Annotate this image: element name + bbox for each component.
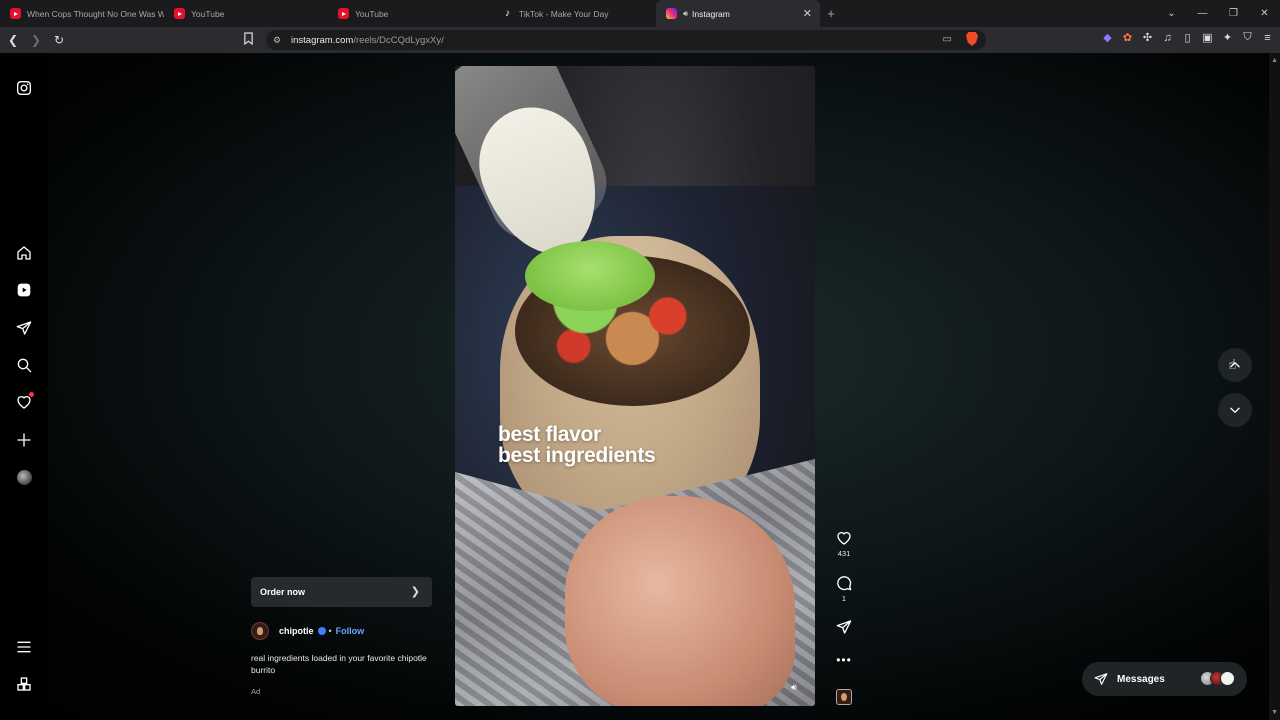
video-caption-line: best ingredients bbox=[498, 444, 656, 467]
site-info-icon[interactable]: ⚙︎ bbox=[273, 35, 285, 46]
sidebar-toggle-icon[interactable]: ▯ bbox=[1181, 31, 1194, 44]
home-icon[interactable] bbox=[14, 243, 34, 263]
address-bar[interactable]: ⚙︎ instagram.com/reels/DcCQdLygxXy/ ▭ bbox=[266, 30, 986, 50]
order-now-label: Order now bbox=[260, 587, 306, 597]
menu-icon[interactable] bbox=[14, 637, 34, 657]
extensions-row: ◆ ✿ ✣ ♫ ▯ ▣ ✦ ⛉ ≡ bbox=[1101, 31, 1274, 44]
share-icon bbox=[836, 620, 852, 634]
video-hand bbox=[565, 496, 795, 706]
tab-title: TikTok - Make Your Day bbox=[519, 8, 609, 19]
brave-shields-icon[interactable] bbox=[966, 32, 978, 46]
like-count: 431 bbox=[837, 549, 851, 558]
media-icon[interactable]: ♫ bbox=[1161, 31, 1174, 44]
chevron-right-icon: ❯ bbox=[410, 586, 420, 598]
scroll-up-icon[interactable]: ▲ bbox=[1271, 57, 1278, 64]
profile-icon[interactable] bbox=[14, 467, 34, 487]
more-options-icon: ••• bbox=[836, 653, 852, 667]
search-icon[interactable] bbox=[14, 355, 34, 375]
extension-icon[interactable]: ◆ bbox=[1101, 31, 1114, 44]
youtube-icon bbox=[338, 8, 349, 19]
youtube-icon bbox=[10, 8, 21, 19]
chevron-down-icon bbox=[1230, 407, 1240, 413]
instagram-logo-icon[interactable] bbox=[14, 78, 34, 98]
leo-ai-icon[interactable]: ✦ bbox=[1221, 31, 1234, 44]
browser-menu-icon[interactable]: ≡ bbox=[1261, 31, 1274, 44]
browser-toolbar: ❮ ❯ ↻ ⚙︎ instagram.com/reels/DcCQdLygxXy… bbox=[0, 27, 1280, 53]
tab-youtube-2[interactable]: YouTube bbox=[328, 0, 492, 27]
author-row: chipotle • Follow bbox=[251, 622, 364, 640]
instagram-page: best flavor best ingredients 🔊︎ Order no… bbox=[0, 53, 1280, 720]
more-icon[interactable] bbox=[14, 674, 34, 694]
tab-youtube-cops[interactable]: When Cops Thought No One Was W bbox=[0, 0, 164, 27]
minimize-icon[interactable]: — bbox=[1187, 8, 1218, 19]
next-reel-button[interactable] bbox=[1218, 393, 1252, 427]
notification-dot bbox=[29, 392, 34, 397]
instagram-icon bbox=[666, 8, 677, 19]
extension-icon[interactable]: ✿ bbox=[1121, 31, 1134, 44]
vpn-icon[interactable]: ⛉ bbox=[1241, 31, 1254, 44]
more-options-button[interactable]: ••• bbox=[834, 653, 854, 667]
messages-button[interactable]: Messages bbox=[1082, 662, 1247, 696]
extensions-puzzle-icon[interactable]: ✣ bbox=[1141, 31, 1154, 44]
tab-instagram[interactable]: 🔊︎ Instagram ✕ bbox=[656, 0, 820, 27]
restore-icon[interactable]: ❐ bbox=[1218, 8, 1249, 19]
comment-icon bbox=[837, 576, 852, 591]
tab-title: Instagram bbox=[692, 8, 730, 19]
ad-label: Ad bbox=[251, 687, 261, 696]
messages-label: Messages bbox=[1117, 673, 1165, 685]
heart-icon bbox=[837, 532, 851, 545]
new-tab-button[interactable]: + bbox=[820, 0, 842, 27]
messages-avatars bbox=[1200, 671, 1235, 686]
forward-icon[interactable]: ❯ bbox=[26, 30, 46, 50]
cast-icon[interactable]: ▭ bbox=[943, 34, 952, 45]
avatar bbox=[16, 469, 32, 485]
follow-button[interactable]: Follow bbox=[336, 626, 365, 636]
tab-bar: When Cops Thought No One Was W YouTube Y… bbox=[0, 0, 1280, 27]
like-button[interactable]: 431 bbox=[834, 530, 854, 558]
separator-dot: • bbox=[328, 626, 332, 636]
url-path: /reels/DcCQdLygxXy/ bbox=[353, 34, 444, 46]
reload-icon[interactable]: ↻ bbox=[49, 30, 69, 50]
messages-icon[interactable] bbox=[14, 318, 34, 338]
tab-tiktok[interactable]: ♪ TikTok - Make Your Day bbox=[492, 0, 656, 27]
reels-icon[interactable] bbox=[14, 280, 34, 300]
avatar bbox=[1220, 671, 1235, 686]
order-now-button[interactable]: Order now ❯ bbox=[251, 577, 432, 607]
messages-send-icon bbox=[1094, 673, 1108, 685]
window-controls: ⌄ — ❐ ✕ bbox=[1156, 0, 1280, 27]
comment-count: 1 bbox=[841, 594, 847, 603]
video-guacamole bbox=[525, 241, 655, 311]
tab-youtube-1[interactable]: YouTube bbox=[164, 0, 328, 27]
notifications-icon[interactable] bbox=[14, 392, 34, 412]
wallet-icon[interactable]: ▣ bbox=[1201, 31, 1214, 44]
tiktok-icon: ♪ bbox=[505, 8, 510, 19]
close-tab-icon[interactable]: ✕ bbox=[803, 7, 812, 20]
close-window-icon[interactable]: ✕ bbox=[1249, 8, 1280, 19]
author-name[interactable]: chipotle bbox=[279, 626, 314, 636]
video-caption-line: best flavor bbox=[498, 423, 601, 446]
comment-button[interactable]: 1 bbox=[834, 575, 854, 603]
youtube-icon bbox=[174, 8, 185, 19]
volume-icon[interactable]: 🔊︎ bbox=[787, 680, 801, 694]
sidebar bbox=[0, 53, 48, 720]
speaker-icon: 🔊︎ bbox=[683, 8, 689, 18]
back-icon[interactable]: ❮ bbox=[3, 30, 23, 50]
create-icon[interactable] bbox=[14, 430, 34, 450]
reel-video[interactable]: best flavor best ingredients 🔊︎ bbox=[455, 66, 815, 706]
share-button[interactable] bbox=[834, 619, 854, 635]
pointer-cursor-icon: ☝︎ bbox=[1228, 356, 1237, 372]
tab-title: YouTube bbox=[355, 8, 389, 19]
reel-caption: real ingredients loaded in your favorite… bbox=[251, 653, 427, 675]
video-text-overlay: best flavor best ingredients bbox=[498, 423, 656, 467]
author-avatar[interactable] bbox=[251, 622, 269, 640]
audio-thumbnail[interactable] bbox=[836, 689, 852, 705]
scroll-down-icon[interactable]: ▼ bbox=[1271, 709, 1278, 716]
tab-title: YouTube bbox=[191, 8, 225, 19]
tab-title: When Cops Thought No One Was W bbox=[27, 8, 164, 19]
verified-badge-icon bbox=[317, 627, 326, 635]
bookmark-icon[interactable] bbox=[243, 32, 257, 48]
page-scrollbar[interactable]: ▲ ▼ bbox=[1269, 53, 1280, 720]
tab-search-icon[interactable]: ⌄ bbox=[1156, 8, 1187, 19]
url-domain: instagram.com bbox=[291, 34, 354, 46]
